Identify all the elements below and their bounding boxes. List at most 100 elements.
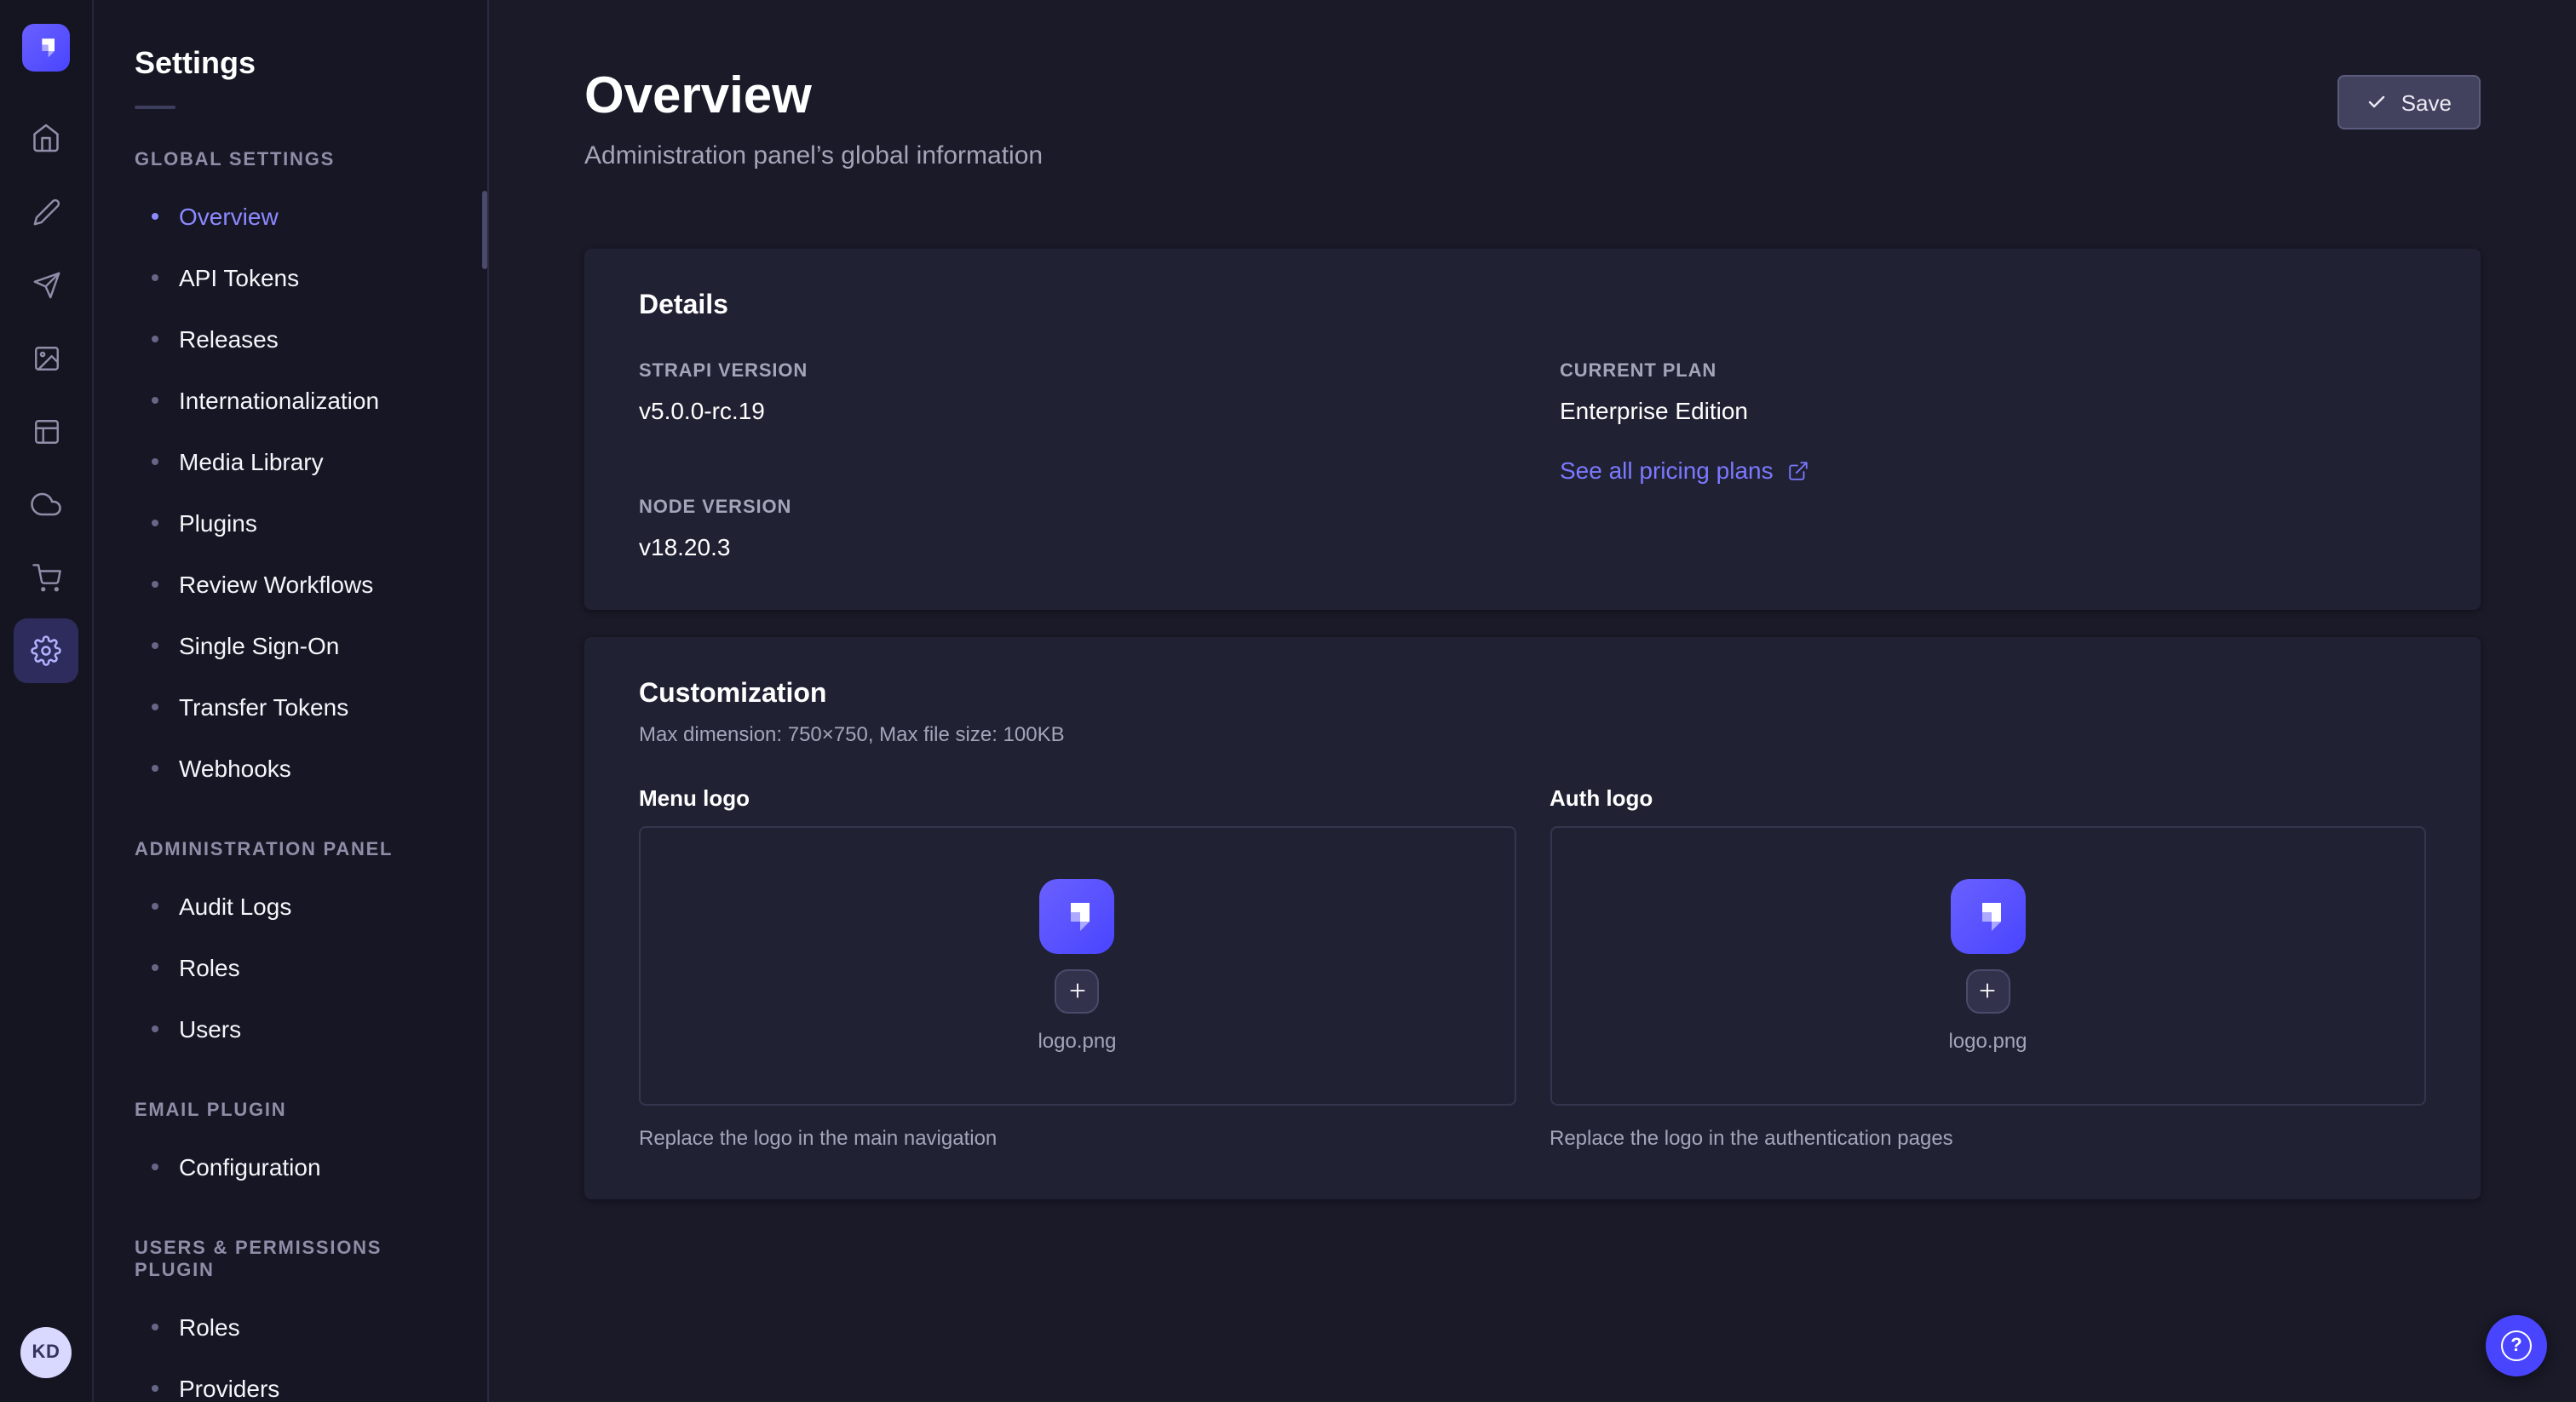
sidebar-item-plugins[interactable]: Plugins: [94, 492, 487, 554]
sidebar-divider: [135, 106, 175, 109]
menu-logo-dropzone[interactable]: logo.png: [639, 826, 1515, 1106]
details-card-title: Details: [639, 290, 2426, 324]
sidebar-item-label: Releases: [179, 325, 279, 353]
sidebar-item-api-tokens[interactable]: API Tokens: [94, 247, 487, 308]
sidebar-item-audit-logs[interactable]: Audit Logs: [94, 876, 487, 937]
logo-uploads: Menu logo: [639, 785, 2426, 1152]
bullet-icon: [152, 336, 158, 342]
bullet-icon: [152, 903, 158, 910]
page-header: Overview Administration panel’s global i…: [584, 68, 2481, 174]
menu-logo-add-button[interactable]: [1055, 968, 1100, 1013]
auth-logo-filename: logo.png: [1948, 1028, 2027, 1054]
field-value: Enterprise Edition: [1560, 397, 2426, 426]
auth-logo-upload: Auth logo: [1550, 785, 2426, 1152]
sidebar-item-admin-roles[interactable]: Roles: [94, 937, 487, 998]
bullet-icon: [152, 1385, 158, 1392]
sidebar-section-administration-panel: ADMINISTRATION PANEL Audit Logs Roles Us…: [94, 840, 487, 1060]
menu-logo-upload: Menu logo: [639, 785, 1515, 1152]
bullet-icon: [152, 1026, 158, 1032]
auth-logo-hint: Replace the logo in the authentication p…: [1550, 1126, 2426, 1152]
sidebar-item-up-roles[interactable]: Roles: [94, 1296, 487, 1358]
bullet-icon: [152, 1164, 158, 1170]
rail-item-marketplace[interactable]: [14, 545, 78, 610]
rail-item-content-manager[interactable]: [14, 399, 78, 463]
sidebar-item-up-providers[interactable]: Providers: [94, 1358, 487, 1402]
main-content: Overview Administration panel’s global i…: [489, 0, 2576, 1402]
bullet-icon: [152, 520, 158, 526]
field-label: NODE VERSION: [639, 497, 1505, 520]
menu-logo-preview: [1040, 878, 1115, 953]
question-mark-icon: ?: [2501, 1330, 2532, 1361]
field-strapi-version: STRAPI VERSION v5.0.0-rc.19: [639, 361, 1505, 426]
save-button[interactable]: Save: [2338, 75, 2481, 129]
page-header-text: Overview Administration panel’s global i…: [584, 68, 1043, 174]
sidebar-item-media-library[interactable]: Media Library: [94, 431, 487, 492]
sidebar-item-label: Media Library: [179, 448, 324, 475]
cart-icon: [32, 563, 60, 592]
customization-card-title: Customization: [639, 678, 2426, 712]
page-title: Overview: [584, 68, 1043, 126]
sidebar-section-heading: GLOBAL SETTINGS: [94, 150, 487, 172]
plus-icon: [1067, 980, 1089, 1002]
rail-item-content-builder[interactable]: [14, 179, 78, 244]
strapi-logo-icon: [1968, 895, 2009, 936]
sidebar-item-overview[interactable]: Overview: [94, 186, 487, 247]
rail-item-settings[interactable]: [14, 618, 78, 683]
auth-logo-dropzone[interactable]: logo.png: [1550, 826, 2426, 1106]
home-icon: [31, 123, 61, 153]
sidebar-item-label: Review Workflows: [179, 571, 373, 598]
sidebar-item-label: API Tokens: [179, 264, 299, 291]
rail-item-deploy[interactable]: [14, 472, 78, 537]
field-label: CURRENT PLAN: [1560, 361, 2426, 383]
sidebar-item-label: Webhooks: [179, 755, 291, 782]
sidebar-item-internationalization[interactable]: Internationalization: [94, 370, 487, 431]
sidebar-section-global-settings: GLOBAL SETTINGS Overview API Tokens Rele…: [94, 150, 487, 799]
sidebar-item-label: Users: [179, 1015, 241, 1043]
auth-logo-label: Auth logo: [1550, 785, 2426, 813]
pictures-icon: [32, 343, 60, 372]
strapi-logo-icon: [1057, 895, 1098, 936]
sidebar-item-label: Plugins: [179, 509, 257, 537]
sidebar-item-releases[interactable]: Releases: [94, 308, 487, 370]
bullet-icon: [152, 458, 158, 465]
strapi-logo[interactable]: [22, 24, 70, 72]
sidebar-section-heading: USERS & PERMISSIONS PLUGIN: [94, 1238, 487, 1283]
field-value: v5.0.0-rc.19: [639, 397, 1505, 426]
auth-logo-add-button[interactable]: [1966, 968, 2010, 1013]
check-icon: [2367, 92, 2388, 112]
menu-logo-hint: Replace the logo in the main navigation: [639, 1126, 1515, 1152]
paper-plane-icon: [32, 270, 60, 299]
details-right-column: CURRENT PLAN Enterprise Edition See all …: [1560, 361, 2426, 562]
pricing-plans-link-label: See all pricing plans: [1560, 457, 1774, 484]
external-link-icon: [1787, 459, 1809, 481]
rail-item-releases[interactable]: [14, 252, 78, 317]
sidebar-item-review-workflows[interactable]: Review Workflows: [94, 554, 487, 615]
customization-card-subtitle: Max dimension: 750×750, Max file size: 1…: [639, 722, 2426, 748]
field-label: STRAPI VERSION: [639, 361, 1505, 383]
paintbrush-icon: [32, 197, 60, 226]
user-avatar[interactable]: KD: [20, 1327, 72, 1378]
sidebar-item-transfer-tokens[interactable]: Transfer Tokens: [94, 676, 487, 738]
sidebar-item-email-configuration[interactable]: Configuration: [94, 1136, 487, 1198]
rail-icon-list: [14, 106, 78, 683]
field-node-version: NODE VERSION v18.20.3: [639, 497, 1505, 562]
settings-sidebar: Settings GLOBAL SETTINGS Overview API To…: [94, 0, 489, 1402]
app: KD Settings GLOBAL SETTINGS Overview API…: [0, 0, 2576, 1402]
bullet-icon: [152, 642, 158, 649]
page-subtitle: Administration panel’s global informatio…: [584, 140, 1043, 174]
main-nav-rail: KD: [0, 0, 94, 1402]
rail-item-media-library[interactable]: [14, 325, 78, 390]
pricing-plans-link[interactable]: See all pricing plans: [1560, 457, 1809, 484]
sidebar-item-admin-users[interactable]: Users: [94, 998, 487, 1060]
bullet-icon: [152, 1324, 158, 1330]
sidebar-item-label: Internationalization: [179, 387, 379, 414]
sidebar-item-label: Configuration: [179, 1153, 321, 1181]
sidebar-item-label: Transfer Tokens: [179, 693, 348, 721]
sidebar-item-single-sign-on[interactable]: Single Sign-On: [94, 615, 487, 676]
customization-card: Customization Max dimension: 750×750, Ma…: [584, 637, 2481, 1199]
sidebar-scrollbar-thumb[interactable]: [482, 191, 487, 269]
sidebar-item-label: Providers: [179, 1375, 279, 1402]
rail-item-home[interactable]: [14, 106, 78, 170]
help-button[interactable]: ?: [2486, 1315, 2547, 1376]
sidebar-item-webhooks[interactable]: Webhooks: [94, 738, 487, 799]
